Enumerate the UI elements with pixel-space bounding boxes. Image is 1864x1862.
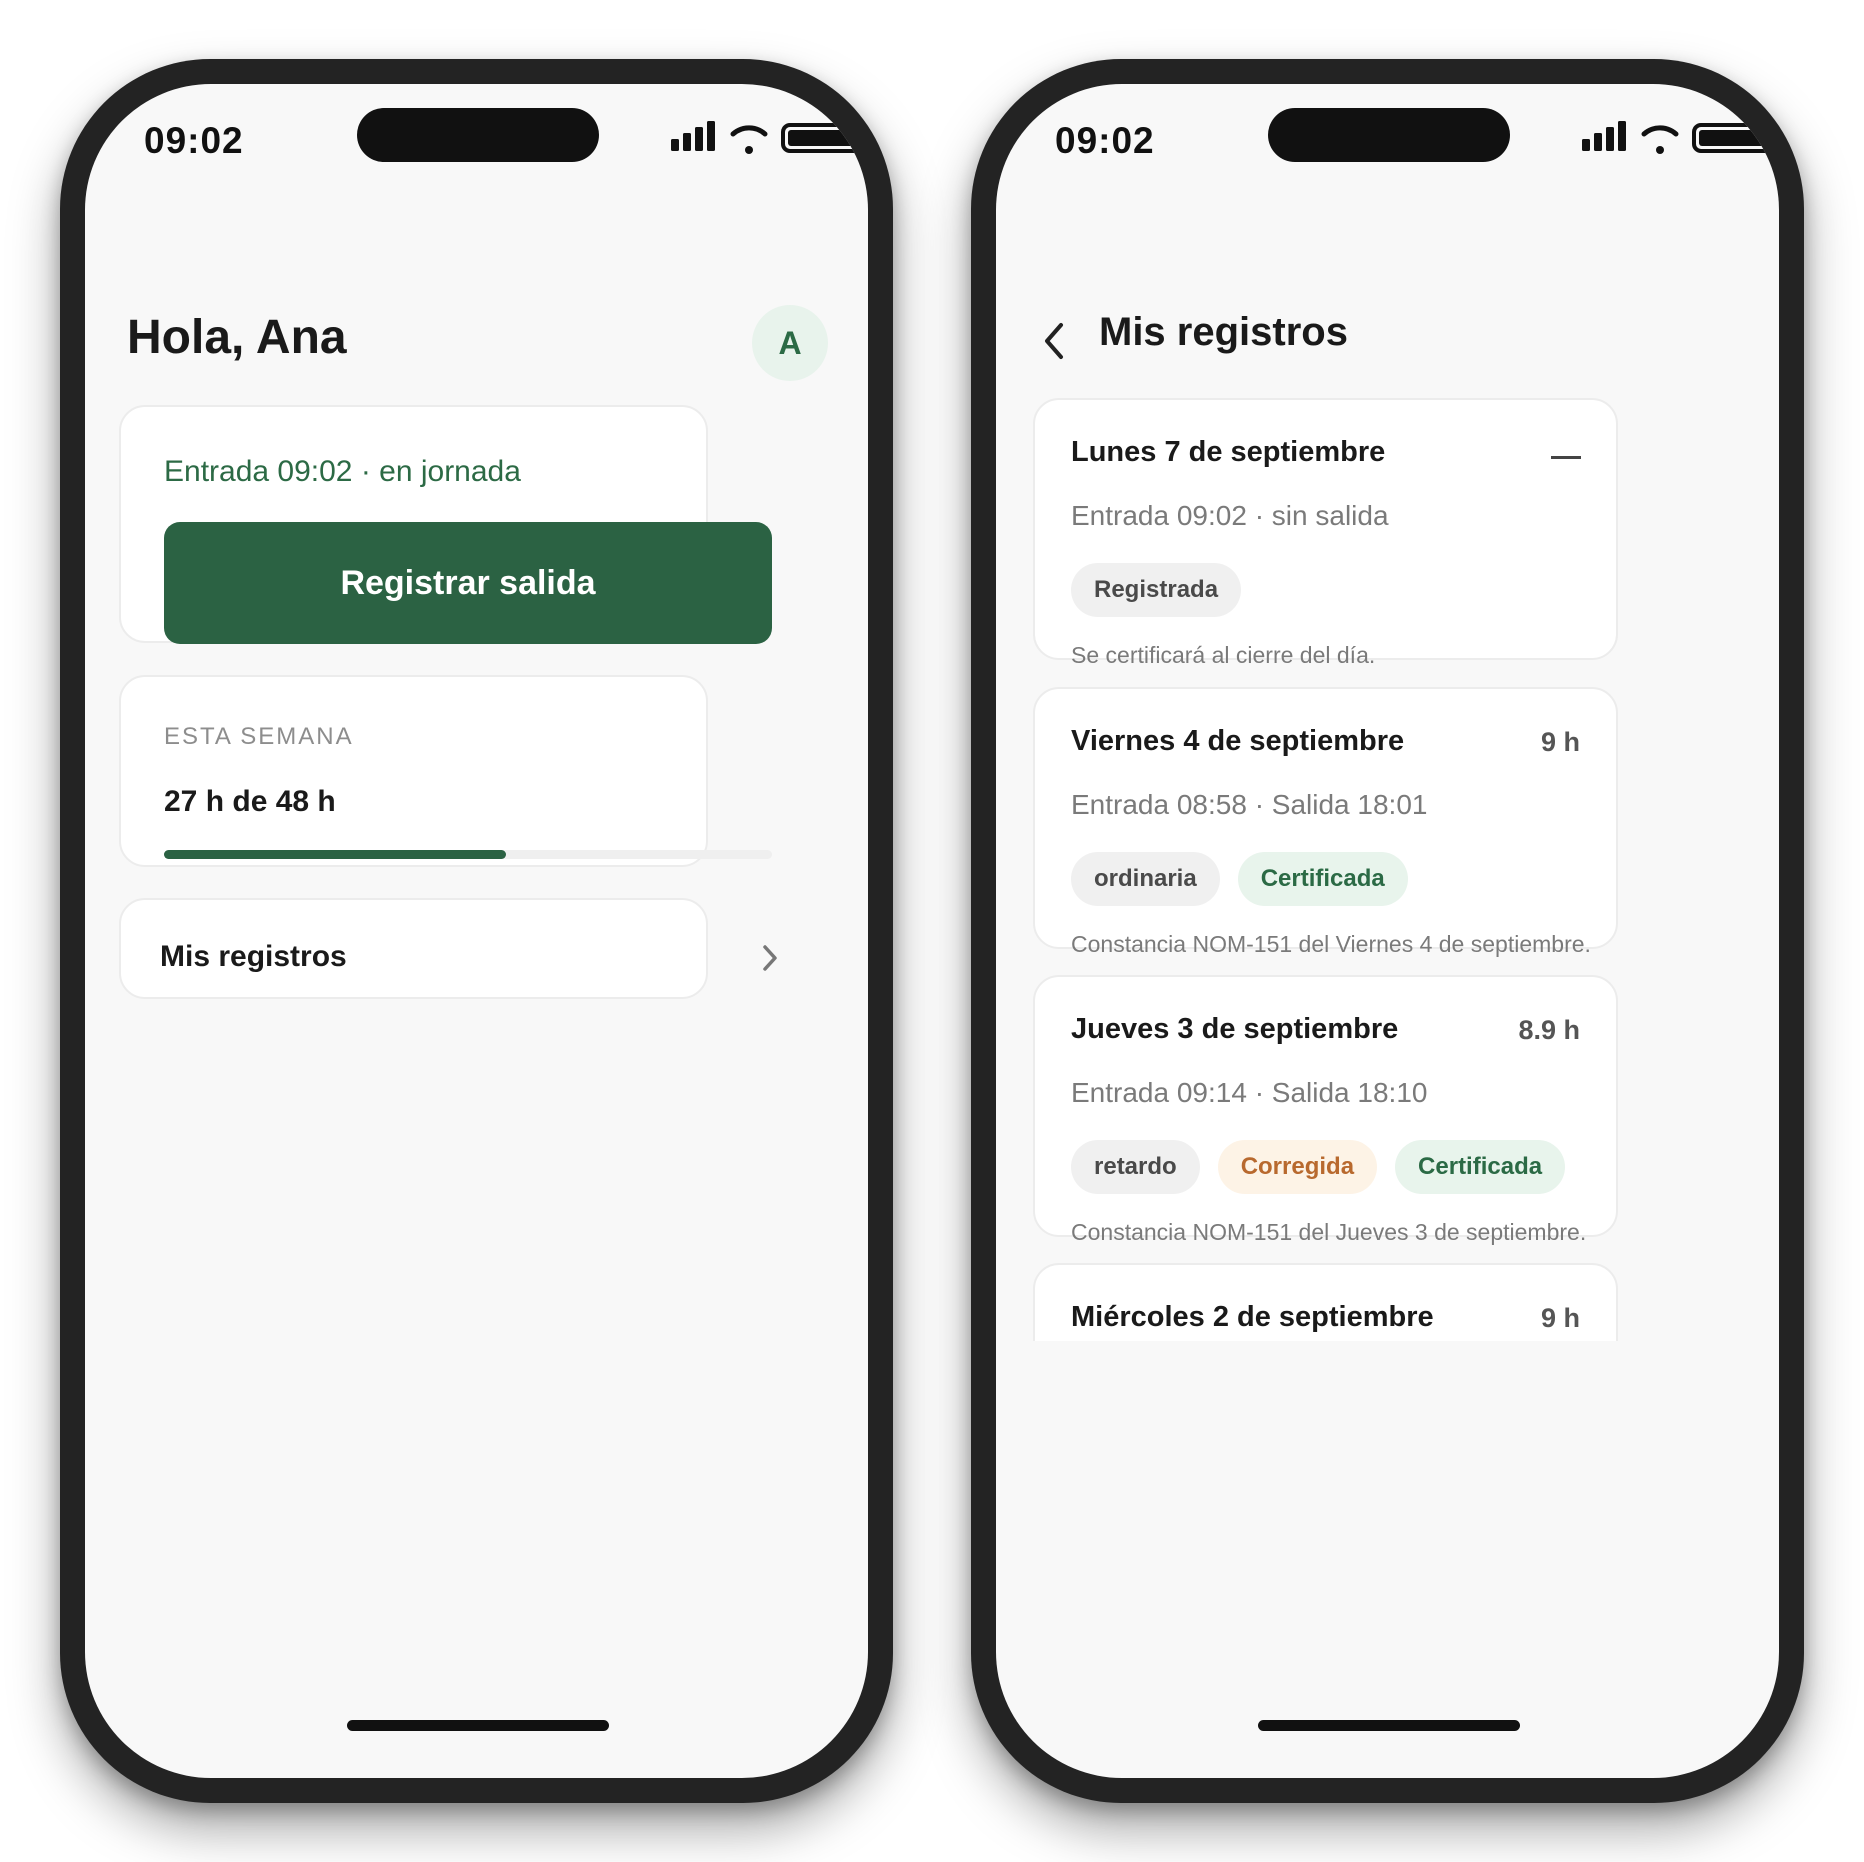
chip-certificada: Certificada xyxy=(1395,1140,1566,1194)
chip-certificada: Certificada xyxy=(1237,852,1408,906)
record-hours: 8.9 h xyxy=(1518,1015,1580,1045)
status-time: 09:02 xyxy=(144,120,244,161)
record-hours: 9 h xyxy=(1540,727,1580,757)
home-indicator[interactable] xyxy=(347,1720,609,1731)
week-progress-fill xyxy=(164,850,506,859)
chip-registrada: Registrada xyxy=(1071,563,1242,617)
record-card[interactable]: Miércoles 2 de septiembre 9 h xyxy=(1033,1263,1618,1341)
week-card: ESTA SEMANA 27 h de 48 h xyxy=(119,675,772,867)
record-times: Entrada 08:58 · Salida 18:01 xyxy=(1071,789,1428,820)
dynamic-island xyxy=(1268,108,1510,162)
signal-icon xyxy=(671,121,715,151)
record-day: Jueves 3 de septiembre xyxy=(1071,1013,1399,1045)
wifi-icon xyxy=(730,125,768,154)
signal-icon xyxy=(1582,121,1626,151)
record-day: Miércoles 2 de septiembre xyxy=(1071,1301,1434,1333)
chip-corregida: Corregida xyxy=(1217,1140,1378,1194)
record-note: Se certificará al cierre del día. xyxy=(1071,642,1376,668)
battery-icon xyxy=(781,123,868,153)
record-chips: ordinaria Certificada xyxy=(1071,852,1408,906)
dynamic-island xyxy=(357,108,599,162)
records-screen: 09:02 Mis registros Lunes 7 de septiembr… xyxy=(996,84,1779,1778)
status-icons xyxy=(671,121,868,154)
record-note: Constancia NOM-151 del Viernes 4 de sept… xyxy=(1071,931,1591,957)
record-chips: Registrada xyxy=(1071,563,1242,617)
chip-retardo: retardo xyxy=(1071,1140,1200,1194)
week-progress-bar xyxy=(164,850,772,859)
chevron-right-icon xyxy=(763,945,777,971)
page-title: Mis registros xyxy=(1099,310,1348,354)
collapse-icon[interactable] xyxy=(1551,456,1581,459)
record-day: Lunes 7 de septiembre xyxy=(1071,436,1386,468)
record-chips: retardo Corregida Certificada xyxy=(1071,1140,1566,1194)
shift-card: Entrada 09:02 · en jornada Registrar sal… xyxy=(119,405,772,644)
shift-status: Entrada 09:02 · en jornada xyxy=(164,455,521,488)
record-card[interactable]: Lunes 7 de septiembre Entrada 09:02 · si… xyxy=(1033,398,1618,668)
phone-home: 09:02 Hola, Ana A Entrada 09:02 · en jor… xyxy=(60,59,893,1803)
status-time: 09:02 xyxy=(1055,120,1155,161)
record-times: Entrada 09:02 · sin salida xyxy=(1071,500,1389,531)
record-card[interactable]: Jueves 3 de septiembre 8.9 h Entrada 09:… xyxy=(1033,975,1618,1245)
back-arrow-icon[interactable] xyxy=(1037,317,1073,365)
wifi-icon xyxy=(1641,125,1679,154)
records-link[interactable]: Mis registros xyxy=(119,898,777,999)
records-link-label: Mis registros xyxy=(160,940,347,973)
record-hours: 9 h xyxy=(1540,1303,1580,1333)
home-screen: 09:02 Hola, Ana A Entrada 09:02 · en jor… xyxy=(85,84,868,1778)
list-clip: Miércoles 2 de septiembre 9 h xyxy=(996,1244,1779,1341)
record-day: Viernes 4 de septiembre xyxy=(1071,725,1405,757)
phone-records: 09:02 Mis registros Lunes 7 de septiembr… xyxy=(971,59,1804,1803)
record-times: Entrada 09:14 · Salida 18:10 xyxy=(1071,1077,1428,1108)
home-indicator[interactable] xyxy=(1258,1720,1520,1731)
week-hours: 27 h de 48 h xyxy=(164,785,336,818)
record-card[interactable]: Viernes 4 de septiembre 9 h Entrada 08:5… xyxy=(1033,687,1618,957)
checkout-button[interactable]: Registrar salida xyxy=(164,522,772,644)
greeting-title: Hola, Ana xyxy=(127,311,347,364)
status-icons xyxy=(1582,121,1779,154)
battery-icon xyxy=(1692,123,1779,153)
record-note: Constancia NOM-151 del Jueves 3 de septi… xyxy=(1071,1219,1587,1245)
chip-ordinaria: ordinaria xyxy=(1071,852,1220,906)
avatar[interactable]: A xyxy=(752,305,828,381)
week-label: ESTA SEMANA xyxy=(164,723,354,750)
